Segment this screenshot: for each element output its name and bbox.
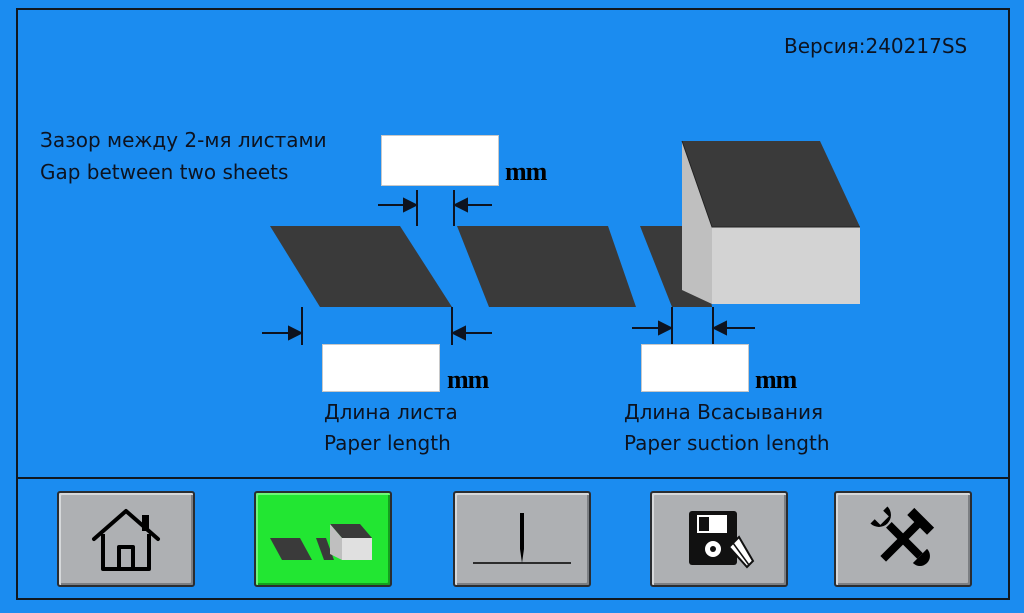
sheet-feed-button[interactable] bbox=[254, 491, 392, 587]
knife-cut-icon bbox=[473, 513, 571, 564]
paper-length-label-ru: Длина листа bbox=[324, 400, 458, 424]
suction-length-unit: mm bbox=[755, 365, 797, 394]
tools-button[interactable] bbox=[834, 491, 972, 587]
paper-length-unit: mm bbox=[447, 365, 489, 394]
suction-length-label-en: Paper suction length bbox=[624, 431, 830, 455]
sheets-feed-icon bbox=[270, 524, 372, 560]
suction-length-input[interactable] bbox=[641, 344, 749, 392]
sheet-2 bbox=[457, 226, 636, 307]
tools-icon bbox=[870, 506, 935, 566]
save-button[interactable] bbox=[650, 491, 788, 587]
home-button[interactable] bbox=[57, 491, 195, 587]
sheet-1 bbox=[270, 226, 452, 307]
home-icon bbox=[92, 509, 160, 571]
paper-stack bbox=[681, 140, 860, 304]
suction-length-label-ru: Длина Всасывания bbox=[624, 400, 824, 424]
paper-length-label-en: Paper length bbox=[324, 431, 451, 455]
paper-length-input[interactable] bbox=[322, 344, 440, 392]
knife-cut-button[interactable] bbox=[453, 491, 591, 587]
save-disk-icon bbox=[689, 511, 755, 569]
